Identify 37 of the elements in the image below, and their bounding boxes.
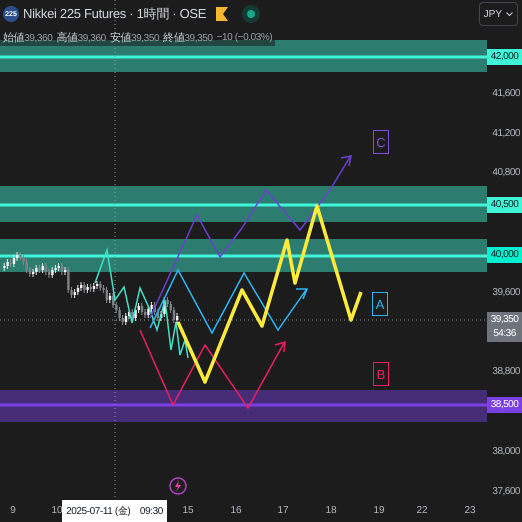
ohlc-value: 安値39,350 — [110, 30, 160, 45]
price-label: 38,800 — [492, 366, 520, 377]
time-label: 15 — [182, 505, 194, 516]
time-label: 16 — [230, 505, 242, 516]
price-label: 38,000 — [492, 446, 520, 457]
chevron-icon — [506, 12, 513, 16]
wave-label: C — [373, 130, 389, 154]
time-label: 17 — [277, 505, 289, 516]
time-label: 18 — [325, 505, 337, 516]
ohlc-value: 終値39,350 — [163, 31, 213, 45]
ohlc-value: 始値39,360 — [3, 31, 52, 45]
status-dot-icon — [242, 5, 260, 23]
price-tag-value: 38,500 — [490, 398, 518, 412]
time-label: 23 — [464, 505, 476, 516]
price-label: 39,600 — [492, 287, 520, 298]
ohlc-value: 高値39,360 — [56, 30, 106, 45]
price-tag-value: 40,500 — [490, 198, 518, 212]
bar-countdown: 54:36 — [493, 327, 516, 341]
price-tag-value: 42,000 — [490, 50, 518, 64]
time-label: 10 — [51, 505, 63, 516]
wave-label: B — [373, 362, 389, 386]
price-label: 41,600 — [492, 88, 520, 99]
flag-icon — [216, 7, 228, 21]
time-label: 22 — [416, 505, 428, 516]
price-change: −10 (−0.03%) — [216, 32, 272, 43]
crosshair-time-tag: 2025-07-11 (金) 09:30 — [62, 500, 167, 522]
time-label: 9 — [9, 505, 17, 516]
price-tag-value: 40,000 — [490, 248, 518, 262]
price-label: 37,600 — [492, 486, 520, 497]
currency-dropdown[interactable]: JPY — [478, 2, 518, 26]
time-label: 19 — [373, 505, 385, 516]
symbol-title[interactable]: Nikkei 225 Futures · 1時間 · OSE — [23, 5, 206, 23]
price-label: 41,200 — [492, 128, 520, 139]
wave-label: A — [372, 292, 388, 316]
lightning-icon[interactable] — [169, 477, 187, 495]
price-tag-value: 39,350 — [490, 313, 518, 327]
price-label: 40,800 — [492, 167, 520, 178]
